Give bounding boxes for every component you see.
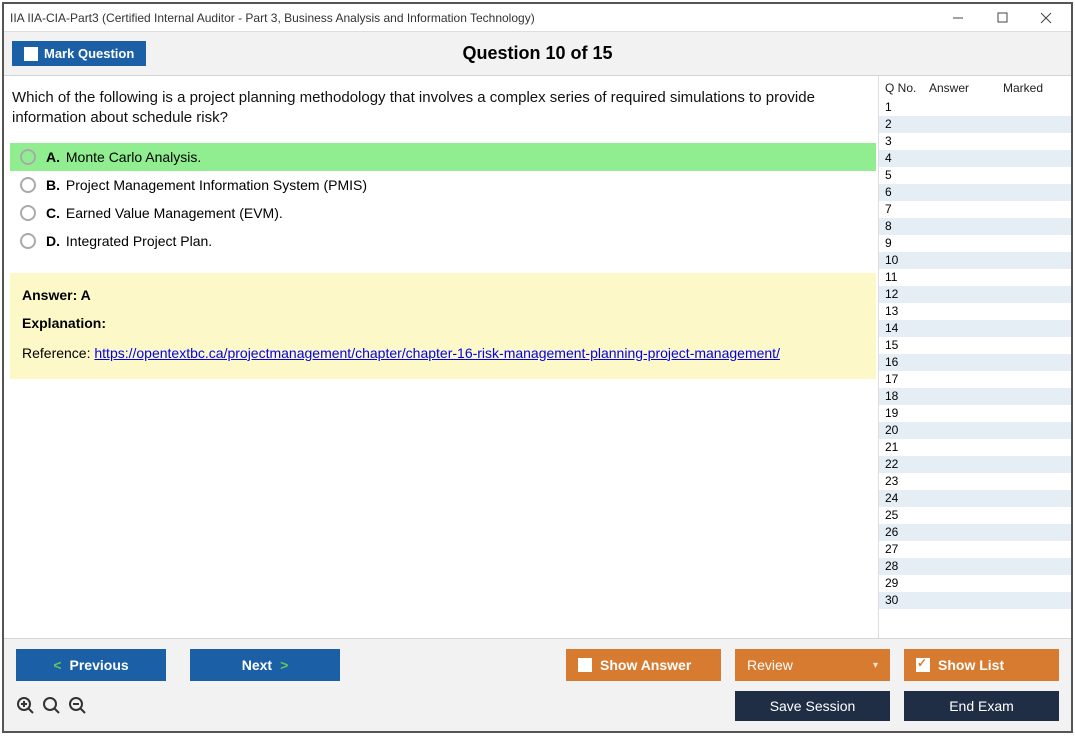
choice-text: C. Earned Value Management (EVM). <box>46 205 283 221</box>
question-list-rows[interactable]: 1234567891011121314151617181920212223242… <box>879 99 1071 638</box>
question-list-row[interactable]: 25 <box>879 507 1071 524</box>
minimize-icon <box>952 12 964 24</box>
col-qno: Q No. <box>885 81 929 95</box>
previous-button[interactable]: < Previous <box>16 649 166 681</box>
question-list-row[interactable]: 29 <box>879 575 1071 592</box>
footer-row-1: < Previous Next > Show Answer Review ▾ S… <box>16 649 1059 681</box>
question-list-row[interactable]: 1 <box>879 99 1071 116</box>
radio-icon <box>20 205 36 221</box>
mark-question-button[interactable]: Mark Question <box>12 41 146 66</box>
question-list-row[interactable]: 2 <box>879 116 1071 133</box>
show-answer-label: Show Answer <box>600 657 691 673</box>
zoom-out-icon[interactable] <box>68 696 88 716</box>
zoom-in-icon[interactable] <box>42 696 62 716</box>
question-list-row[interactable]: 5 <box>879 167 1071 184</box>
question-list-row[interactable]: 7 <box>879 201 1071 218</box>
titlebar: IIA IIA-CIA-Part3 (Certified Internal Au… <box>4 4 1071 32</box>
previous-label: Previous <box>70 657 129 673</box>
header: Mark Question Question 10 of 15 <box>4 32 1071 76</box>
question-list-row[interactable]: 10 <box>879 252 1071 269</box>
question-list-row[interactable]: 26 <box>879 524 1071 541</box>
reference-link[interactable]: https://opentextbc.ca/projectmanagement/… <box>94 345 780 361</box>
question-list-row[interactable]: 8 <box>879 218 1071 235</box>
question-list-header: Q No. Answer Marked <box>879 76 1071 99</box>
question-list-row[interactable]: 30 <box>879 592 1071 609</box>
chevron-left-icon: < <box>53 657 61 673</box>
radio-icon <box>20 233 36 249</box>
question-list-row[interactable]: 19 <box>879 405 1071 422</box>
choice-a[interactable]: A. Monte Carlo Analysis. <box>10 143 876 171</box>
choices-list: A. Monte Carlo Analysis. B. Project Manag… <box>10 143 876 255</box>
choice-d[interactable]: D. Integrated Project Plan. <box>10 227 876 255</box>
question-list-row[interactable]: 21 <box>879 439 1071 456</box>
question-list-row[interactable]: 16 <box>879 354 1071 371</box>
choice-b[interactable]: B. Project Management Information System… <box>10 171 876 199</box>
review-dropdown[interactable]: Review ▾ <box>735 649 890 681</box>
app-window: IIA IIA-CIA-Part3 (Certified Internal Au… <box>2 2 1073 733</box>
zoom-controls <box>16 696 88 716</box>
question-list-row[interactable]: 20 <box>879 422 1071 439</box>
choice-text: A. Monte Carlo Analysis. <box>46 149 201 165</box>
window-title: IIA IIA-CIA-Part3 (Certified Internal Au… <box>8 11 935 25</box>
question-list-row[interactable]: 3 <box>879 133 1071 150</box>
question-list-panel: Q No. Answer Marked 12345678910111213141… <box>878 76 1071 638</box>
show-answer-button[interactable]: Show Answer <box>566 649 721 681</box>
choice-c[interactable]: C. Earned Value Management (EVM). <box>10 199 876 227</box>
maximize-icon <box>997 12 1008 23</box>
question-list-row[interactable]: 22 <box>879 456 1071 473</box>
question-text: Which of the following is a project plan… <box>10 82 876 143</box>
question-list-row[interactable]: 24 <box>879 490 1071 507</box>
chevron-down-icon: ▾ <box>873 660 878 671</box>
question-list-row[interactable]: 23 <box>879 473 1071 490</box>
question-panel: Which of the following is a project plan… <box>4 76 878 638</box>
question-list-row[interactable]: 6 <box>879 184 1071 201</box>
checkbox-icon <box>24 47 38 61</box>
mark-question-label: Mark Question <box>44 46 134 61</box>
close-icon <box>1040 12 1052 24</box>
question-list-row[interactable]: 28 <box>879 558 1071 575</box>
col-marked: Marked <box>1003 81 1067 95</box>
main-area: Which of the following is a project plan… <box>4 76 1071 638</box>
save-session-button[interactable]: Save Session <box>735 691 890 721</box>
next-button[interactable]: Next > <box>190 649 340 681</box>
footer: < Previous Next > Show Answer Review ▾ S… <box>4 638 1071 731</box>
radio-icon <box>20 177 36 193</box>
answer-heading: Answer: A <box>22 287 864 303</box>
question-list-row[interactable]: 4 <box>879 150 1071 167</box>
minimize-button[interactable] <box>937 6 979 30</box>
radio-icon <box>20 149 36 165</box>
answer-explanation-box: Answer: A Explanation: Reference: https:… <box>10 273 876 379</box>
question-list-row[interactable]: 11 <box>879 269 1071 286</box>
show-list-label: Show List <box>938 657 1004 673</box>
question-list-row[interactable]: 27 <box>879 541 1071 558</box>
reference-prefix: Reference: <box>22 345 94 361</box>
question-list-row[interactable]: 9 <box>879 235 1071 252</box>
chevron-right-icon: > <box>280 657 288 673</box>
choice-text: B. Project Management Information System… <box>46 177 367 193</box>
question-list-row[interactable]: 15 <box>879 337 1071 354</box>
maximize-button[interactable] <box>981 6 1023 30</box>
checkbox-icon <box>578 658 592 672</box>
next-label: Next <box>242 657 272 673</box>
question-list-row[interactable]: 12 <box>879 286 1071 303</box>
question-list-row[interactable]: 18 <box>879 388 1071 405</box>
question-list-row[interactable]: 14 <box>879 320 1071 337</box>
choice-text: D. Integrated Project Plan. <box>46 233 212 249</box>
zoom-reset-icon[interactable] <box>16 696 36 716</box>
reference-line: Reference: https://opentextbc.ca/project… <box>22 345 864 361</box>
question-counter: Question 10 of 15 <box>4 43 1071 64</box>
explanation-label: Explanation: <box>22 315 864 331</box>
question-list-row[interactable]: 13 <box>879 303 1071 320</box>
end-exam-button[interactable]: End Exam <box>904 691 1059 721</box>
question-list-row[interactable]: 17 <box>879 371 1071 388</box>
col-answer: Answer <box>929 81 1003 95</box>
review-label: Review <box>747 657 793 673</box>
footer-row-2: Save Session End Exam <box>16 691 1059 721</box>
checkbox-checked-icon <box>916 658 930 672</box>
show-list-button[interactable]: Show List <box>904 649 1059 681</box>
close-button[interactable] <box>1025 6 1067 30</box>
